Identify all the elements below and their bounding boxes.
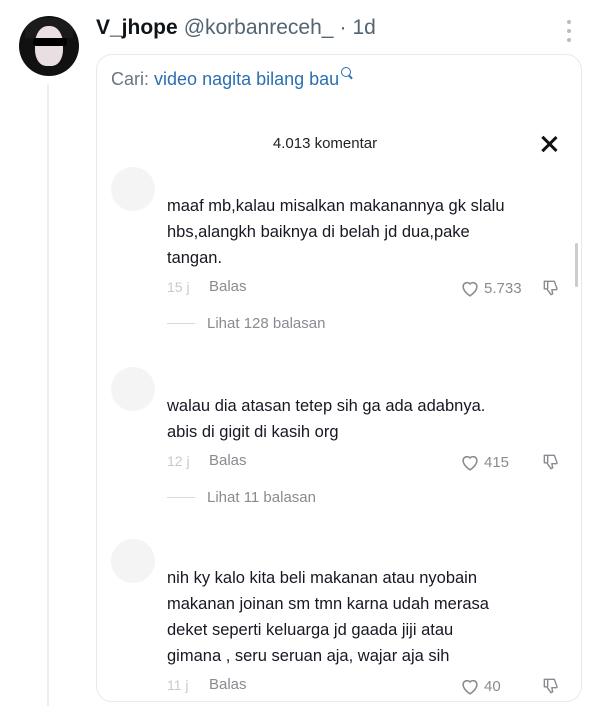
replies-divider	[167, 496, 195, 498]
view-replies-label: Lihat 11 balasan	[207, 488, 316, 506]
comment-line: maaf mb,kalau misalkan makanannya gk sla…	[167, 197, 505, 215]
comment-meta: 11 j Balas 40	[167, 675, 581, 697]
reply-button[interactable]: Balas	[209, 452, 247, 469]
comment-line: hbs,alangkh baiknya di belah jd dua,pake	[167, 223, 470, 241]
like-button[interactable]: 415	[459, 451, 509, 473]
thumbs-down-icon[interactable]	[541, 277, 561, 299]
comment-line: walau dia atasan tetep sih ga ada adabny…	[167, 397, 486, 415]
tiktok-screenshot-card[interactable]: Cari: video nagita bilang bau 4.013 kome…	[96, 54, 582, 702]
comment-line: deket seperti keluarga jd gaada jiji ata…	[167, 621, 454, 639]
replies-divider	[167, 322, 195, 324]
user-handle[interactable]: @korbanreceh_	[184, 16, 334, 40]
view-replies-label: Lihat 128 balasan	[207, 314, 326, 332]
like-count: 40	[484, 677, 501, 695]
comment-line: makanan joinan sm tmn karna udah merasa	[167, 595, 489, 613]
commenter-avatar[interactable]	[111, 167, 155, 211]
thread-line	[47, 84, 49, 706]
comment-text: walau dia atasan tetep sih ga ada adabny…	[167, 393, 567, 445]
search-row[interactable]: Cari: video nagita bilang bau	[111, 67, 352, 90]
thumbs-down-icon[interactable]	[541, 451, 561, 473]
tweet-time[interactable]: 1d	[352, 16, 375, 40]
search-label: Cari:	[111, 69, 150, 89]
like-count: 415	[484, 453, 510, 471]
close-icon[interactable]	[538, 133, 560, 155]
comment-line: gimana , seru seruan aja, wajar aja sih	[167, 647, 450, 665]
comment-age: 15 j	[167, 279, 190, 295]
avatar[interactable]	[19, 16, 79, 76]
thumbs-down-icon[interactable]	[541, 675, 561, 697]
avatar-glasses	[33, 38, 67, 46]
like-count: 5.733	[484, 279, 522, 297]
heart-icon	[462, 281, 478, 297]
heart-icon	[462, 455, 478, 471]
separator-dot: ·	[339, 16, 347, 39]
comment-line: nih ky kalo kita beli makanan atau nyoba…	[167, 569, 478, 587]
reply-button[interactable]: Balas	[209, 278, 247, 295]
comment-line: tangan.	[167, 249, 223, 267]
display-name[interactable]: V_jhope	[96, 16, 178, 40]
commenter-avatar[interactable]	[111, 367, 155, 411]
comment-age: 12 j	[167, 453, 190, 469]
tweet-header: V_jhope @korbanreceh_ · 1d	[96, 16, 376, 42]
view-replies-button[interactable]: Lihat 128 balasan	[167, 313, 325, 333]
heart-icon	[462, 679, 478, 695]
comment-text: nih ky kalo kita beli makanan atau nyoba…	[167, 565, 567, 669]
comment-text: maaf mb,kalau misalkan makanannya gk sla…	[167, 193, 567, 271]
search-query[interactable]: video nagita bilang bau	[154, 69, 339, 89]
view-replies-button[interactable]: Lihat 11 balasan	[167, 487, 316, 507]
comment-meta: 12 j Balas 415	[167, 451, 581, 473]
comments-header: 4.013 komentar	[97, 133, 581, 157]
commenter-avatar[interactable]	[111, 539, 155, 583]
comment-age: 11 j	[167, 677, 189, 693]
search-icon[interactable]	[341, 67, 352, 77]
comment-meta: 15 j Balas 5.733	[167, 277, 581, 299]
like-button[interactable]: 5.733	[459, 277, 522, 299]
reply-button[interactable]: Balas	[209, 676, 247, 693]
more-horizontal-icon[interactable]	[562, 20, 576, 42]
like-button[interactable]: 40	[459, 675, 501, 697]
avatar-face	[35, 26, 63, 66]
comment-count: 4.013 komentar	[272, 135, 378, 152]
comment-line: abis di gigit di kasih org	[167, 423, 339, 441]
